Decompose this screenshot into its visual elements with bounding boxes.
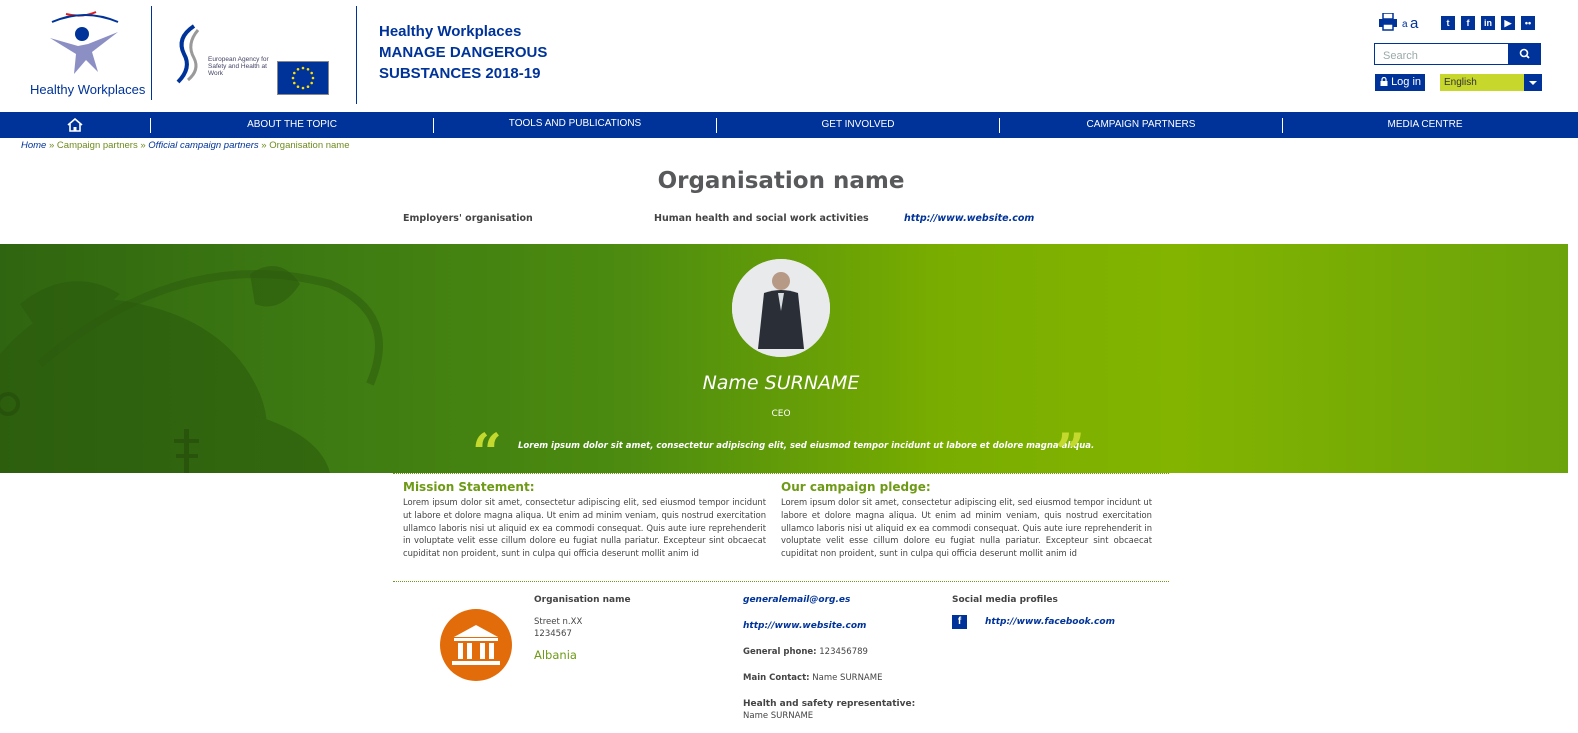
- hs-representative-label: Health and safety representative:: [743, 699, 916, 709]
- nav-get-involved[interactable]: GET INVOLVED: [717, 112, 999, 138]
- nav-tools-publications[interactable]: TOOLS AND PUBLICATIONS: [434, 112, 716, 138]
- youtube-icon[interactable]: ▶: [1501, 16, 1515, 30]
- eu-osha-emblem-icon: [176, 24, 200, 84]
- font-size-large-button[interactable]: a: [1410, 15, 1418, 32]
- contact-phone: General phone: 123456789: [743, 647, 868, 657]
- flickr-icon[interactable]: ••: [1521, 16, 1535, 30]
- search-button[interactable]: [1509, 43, 1541, 65]
- open-quote-icon: “: [472, 423, 502, 474]
- header-divider: [356, 6, 357, 104]
- ceo-quote: Lorem ipsum dolor sit amet, consectetur …: [518, 441, 1095, 451]
- contact-street: Street n.XX: [534, 617, 583, 627]
- breadcrumb-official-partners[interactable]: Official campaign partners: [148, 140, 258, 151]
- pledge-heading: Our campaign pledge:: [781, 480, 931, 494]
- nav-campaign-partners[interactable]: CAMPAIGN PARTNERS: [1000, 112, 1282, 138]
- nav-media-centre[interactable]: MEDIA CENTRE: [1283, 112, 1567, 138]
- campaign-title: Healthy Workplaces MANAGE DANGEROUS SUBS…: [379, 21, 547, 84]
- phone-value: 123456789: [819, 647, 868, 657]
- breadcrumb: Home » Campaign partners » Official camp…: [21, 140, 350, 151]
- organisation-website-link[interactable]: http://www.website.com: [904, 213, 1034, 224]
- login-label: Log in: [1391, 76, 1422, 88]
- language-value: English: [1444, 77, 1477, 88]
- banner-decoration-icon: [0, 266, 383, 473]
- ceo-portrait: [732, 259, 830, 357]
- print-icon[interactable]: [1378, 13, 1398, 31]
- search-input[interactable]: [1375, 46, 1508, 66]
- contact-website-link[interactable]: http://www.website.com: [743, 621, 866, 631]
- facebook-profile-link[interactable]: http://www.facebook.com: [985, 617, 1115, 627]
- person-role: CEO: [771, 409, 791, 419]
- eu-osha-logo[interactable]: European Agency for Safety and Health at…: [172, 24, 272, 88]
- header-divider: [151, 6, 152, 100]
- page-title: Organisation name: [657, 168, 905, 194]
- organisation-type: Employers' organisation: [403, 213, 533, 224]
- nav-home[interactable]: [0, 112, 150, 138]
- lock-icon: [1380, 76, 1388, 86]
- eu-flag-icon: [277, 61, 329, 95]
- chevron-down-icon[interactable]: [1524, 74, 1542, 91]
- main-contact-value: Name SURNAME: [812, 673, 883, 683]
- language-select[interactable]: English: [1440, 74, 1542, 91]
- breadcrumb-separator: »: [261, 140, 267, 151]
- home-icon: [67, 117, 83, 132]
- hs-representative-value: Name SURNAME: [743, 711, 814, 721]
- section-divider: [393, 581, 1169, 582]
- logo-text: Healthy Workplaces: [30, 82, 146, 97]
- section-divider: [393, 473, 1169, 474]
- organisation-logo: [440, 609, 512, 681]
- breadcrumb-separator: »: [140, 140, 146, 151]
- organisation-sector: Human health and social work activities: [654, 213, 869, 224]
- agency-name: European Agency for Safety and Health at…: [208, 56, 269, 77]
- building-icon: [452, 625, 500, 665]
- facebook-icon[interactable]: f: [1461, 16, 1475, 30]
- main-navigation: ABOUT THE TOPIC TOOLS AND PUBLICATIONS G…: [0, 112, 1578, 138]
- contact-country: Albania: [534, 648, 577, 662]
- avatar: [732, 259, 830, 357]
- breadcrumb-current: Organisation name: [269, 140, 350, 151]
- twitter-icon[interactable]: t: [1441, 16, 1455, 30]
- phone-label: General phone:: [743, 647, 817, 657]
- mission-heading: Mission Statement:: [403, 480, 535, 494]
- login-button[interactable]: Log in: [1375, 74, 1425, 91]
- breadcrumb-home[interactable]: Home: [21, 140, 46, 151]
- contact-postcode: 1234567: [534, 629, 572, 639]
- main-contact-label: Main Contact:: [743, 673, 810, 683]
- search-icon: [1519, 48, 1530, 59]
- campaign-title-line: SUBSTANCES 2018-19: [379, 65, 541, 82]
- linkedin-icon[interactable]: in: [1481, 16, 1495, 30]
- healthy-workplaces-logo[interactable]: Healthy Workplaces: [30, 8, 146, 100]
- healthy-workplaces-figure-icon: [50, 11, 119, 74]
- ceo-banner: Name SURNAME CEO “ Lorem ipsum dolor sit…: [0, 244, 1568, 473]
- font-size-small-button[interactable]: a: [1402, 19, 1408, 30]
- social-media-label: Social media profiles: [952, 595, 1058, 605]
- pledge-text: Lorem ipsum dolor sit amet, consectetur …: [781, 497, 1152, 559]
- person-name: Name SURNAME: [702, 372, 860, 394]
- campaign-title-line: Healthy Workplaces: [379, 23, 522, 40]
- contact-main-contact: Main Contact: Name SURNAME: [743, 673, 882, 683]
- nav-about-topic[interactable]: ABOUT THE TOPIC: [151, 112, 433, 138]
- campaign-title-line: MANAGE DANGEROUS: [379, 44, 548, 61]
- close-quote-icon: ”: [1055, 423, 1085, 474]
- contact-email-link[interactable]: generalemail@org.es: [743, 595, 850, 605]
- search-field[interactable]: [1374, 43, 1509, 66]
- contact-organisation-name: Organisation name: [534, 595, 631, 605]
- facebook-icon[interactable]: f: [952, 615, 967, 629]
- breadcrumb-campaign-partners[interactable]: Campaign partners: [57, 140, 138, 151]
- breadcrumb-separator: »: [48, 140, 55, 151]
- mission-text: Lorem ipsum dolor sit amet, consectetur …: [403, 497, 766, 559]
- site-header: Healthy Workplaces European Agency for S…: [0, 0, 1578, 112]
